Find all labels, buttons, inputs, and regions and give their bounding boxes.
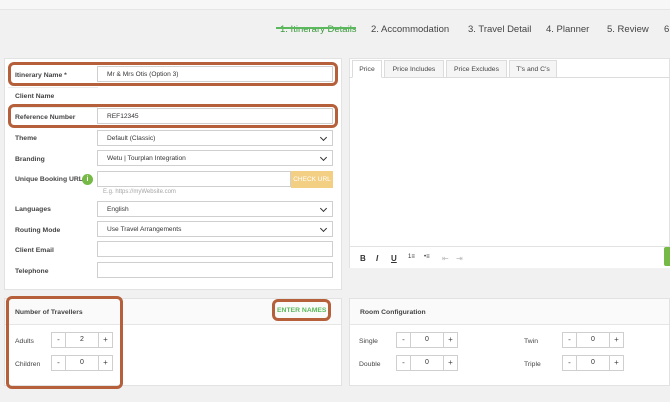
telephone-input[interactable] xyxy=(97,262,333,278)
triple-label: Triple xyxy=(524,361,541,368)
tab-terms[interactable]: T's and C's xyxy=(509,60,557,78)
top-bar xyxy=(0,0,670,10)
price-editor-panel xyxy=(349,58,670,268)
step-planner[interactable]: 4. Planner xyxy=(546,24,589,35)
single-label: Single xyxy=(359,338,378,345)
twin-label: Twin xyxy=(524,338,538,345)
twin-value[interactable]: 0 xyxy=(577,333,609,347)
branding-select[interactable]: Wetu | Tourplan Integration xyxy=(97,150,333,166)
decrement-button[interactable]: - xyxy=(397,356,411,370)
languages-label: Languages xyxy=(15,206,51,213)
unordered-list-icon[interactable]: •≡ xyxy=(424,254,430,260)
travellers-highlight xyxy=(6,296,123,389)
twin-stepper[interactable]: - 0 + xyxy=(562,332,624,348)
increment-button[interactable]: + xyxy=(443,356,457,370)
single-stepper[interactable]: - 0 + xyxy=(396,332,458,348)
routing-mode-label: Routing Mode xyxy=(15,227,61,234)
step-review[interactable]: 5. Review xyxy=(607,24,649,35)
tab-price[interactable]: Price xyxy=(352,60,382,78)
double-stepper[interactable]: - 0 + xyxy=(396,355,458,371)
side-tab[interactable] xyxy=(664,247,670,266)
double-value[interactable]: 0 xyxy=(411,356,443,370)
step-6[interactable]: 6 xyxy=(664,24,669,35)
ordered-list-icon[interactable]: 1≡ xyxy=(408,254,415,260)
booking-url-label: Unique Booking URL xyxy=(15,176,83,183)
routing-mode-select[interactable]: Use Travel Arrangements xyxy=(97,221,333,237)
double-label: Double xyxy=(359,361,381,368)
editor-toolbar: B I U 1≡ •≡ ⇤ ⇥ xyxy=(350,246,670,268)
single-value[interactable]: 0 xyxy=(411,333,443,347)
bold-icon[interactable]: B xyxy=(360,254,366,263)
reference-number-highlight xyxy=(8,104,338,128)
decrement-button[interactable]: - xyxy=(563,333,577,347)
step-itinerary-details[interactable]: 1. Itinerary Details xyxy=(280,24,357,35)
client-email-label: Client Email xyxy=(15,247,54,254)
tab-price-excludes[interactable]: Price Excludes xyxy=(446,60,507,78)
triple-value[interactable]: 0 xyxy=(577,356,609,370)
info-icon[interactable]: i xyxy=(82,174,93,185)
decrement-button[interactable]: - xyxy=(397,333,411,347)
client-name-label: Client Name xyxy=(15,93,55,100)
room-configuration-title: Room Configuration xyxy=(360,309,426,316)
booking-url-placeholder: E.g. https://myWebsite.com xyxy=(103,189,176,195)
decrement-button[interactable]: - xyxy=(563,356,577,370)
increment-button[interactable]: + xyxy=(609,333,623,347)
underline-icon[interactable]: U xyxy=(391,254,397,263)
branding-label: Branding xyxy=(15,156,45,163)
triple-stepper[interactable]: - 0 + xyxy=(562,355,624,371)
row-divider xyxy=(8,87,98,88)
telephone-label: Telephone xyxy=(15,268,49,275)
step-accommodation[interactable]: 2. Accommodation xyxy=(371,24,449,35)
step-travel-detail[interactable]: 3. Travel Detail xyxy=(468,24,531,35)
check-url-button[interactable]: CHECK URL xyxy=(291,171,333,188)
outdent-icon[interactable]: ⇤ xyxy=(442,254,449,263)
client-email-input[interactable] xyxy=(97,241,333,257)
increment-button[interactable]: + xyxy=(443,333,457,347)
theme-label: Theme xyxy=(15,135,37,142)
tab-price-includes[interactable]: Price Includes xyxy=(384,60,444,78)
active-step-underline xyxy=(276,27,356,29)
itinerary-name-highlight xyxy=(8,62,338,86)
languages-select[interactable]: English xyxy=(97,201,333,217)
italic-icon[interactable]: I xyxy=(376,254,378,263)
booking-url-input[interactable] xyxy=(97,171,291,187)
enter-names-highlight xyxy=(272,299,331,321)
theme-select[interactable]: Default (Classic) xyxy=(97,130,333,146)
room-configuration-header: Room Configuration xyxy=(350,299,669,325)
increment-button[interactable]: + xyxy=(609,356,623,370)
indent-icon[interactable]: ⇥ xyxy=(456,254,463,263)
wizard-steps: 1. Itinerary Details 2. Accommodation 3.… xyxy=(0,14,670,44)
